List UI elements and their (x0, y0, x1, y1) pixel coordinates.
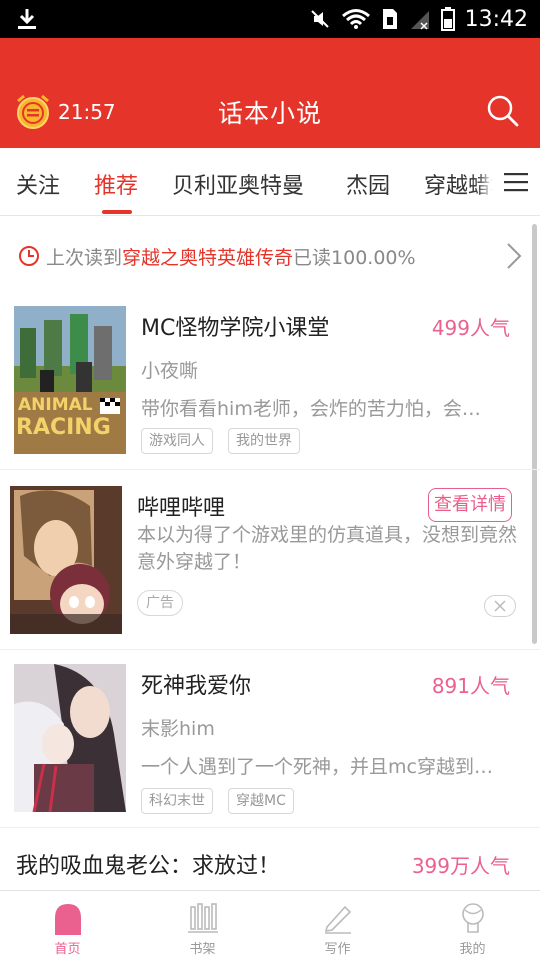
last-read-progress: 已读100.00% (293, 246, 416, 269)
nav-label: 书架 (189, 942, 216, 957)
status-time: 13:42 (464, 6, 528, 32)
book-cover[interactable] (14, 664, 126, 812)
tab-menu-button[interactable] (492, 148, 540, 215)
app-bar: 21:57 话本小说 (0, 38, 540, 148)
book-author: 小夜嘶 (141, 360, 199, 382)
tab-jieyuan[interactable]: 杰园 (346, 168, 390, 200)
book-title[interactable]: MC怪物学院小课堂 (141, 310, 329, 342)
status-bar: 13:42 (0, 0, 540, 38)
signal-icon (410, 11, 429, 30)
book-feed[interactable]: 上次读到 穿越之奥特英雄传奇 已读100.00% ANIMAL RACING M… (0, 216, 540, 890)
book-description: 带你看看him老师，会炸的苦力怕，会… (141, 398, 481, 420)
mute-icon (310, 10, 329, 28)
bottom-navigation: 首页 书架 写作 我的 (0, 890, 540, 960)
book-card[interactable]: ANIMAL RACING MC怪物学院小课堂 499人气 小夜嘶 带你看看hi… (0, 296, 540, 470)
ad-description: 本以为得了个游戏里的仿真道具，没想到竟然意外穿越了！ (137, 524, 518, 573)
pen-icon (324, 905, 351, 934)
nav-label: 首页 (54, 942, 81, 957)
download-icon (18, 9, 36, 29)
nav-bookshelf[interactable]: 书架 (135, 891, 270, 960)
category-tabs: 关注 推荐 贝利亚奥特曼 杰园 穿越蜡笔 (0, 148, 540, 216)
popularity-count: 499人气 (431, 316, 510, 340)
profile-icon (461, 903, 484, 933)
nav-home[interactable]: 首页 (0, 891, 135, 960)
book-title[interactable]: 我的吸血鬼老公：求放过！ (16, 848, 280, 880)
last-read-prefix: 上次读到 (46, 246, 123, 269)
book-tag[interactable]: 科幻末世 (141, 788, 213, 814)
tab-belial-ultraman[interactable]: 贝利亚奥特曼 (172, 168, 304, 200)
clock-icon (19, 246, 39, 266)
book-tag[interactable]: 游戏同人 (141, 428, 213, 454)
book-card[interactable]: 死神我爱你 891人气 末影him 一个人遇到了一个死神，并且mc穿越到… 科幻… (0, 650, 540, 828)
last-read-book[interactable]: 穿越之奥特英雄传奇 (122, 243, 293, 270)
ad-card[interactable]: 哔哩哔哩 查看详情 本以为得了个游戏里的仿真道具，没想到竟然意外穿越了！ 广告 (0, 470, 540, 650)
wifi-icon (341, 9, 370, 29)
nav-label: 写作 (324, 942, 351, 957)
cover-text: RACING (16, 415, 111, 440)
tab-follow[interactable]: 关注 (16, 168, 60, 200)
book-tag[interactable]: 穿越MC (228, 788, 294, 814)
book-title[interactable]: 死神我爱你 (141, 668, 251, 700)
nav-write[interactable]: 写作 (270, 891, 405, 960)
ad-image[interactable] (10, 486, 122, 634)
nav-label: 我的 (459, 942, 486, 957)
last-read-banner[interactable]: 上次读到 穿越之奥特英雄传奇 已读100.00% (0, 216, 540, 296)
view-details-button[interactable]: 查看详情 (428, 488, 512, 522)
bookshelf-icon (187, 903, 218, 933)
book-description: 一个人遇到了一个死神，并且mc穿越到… (141, 756, 493, 778)
book-tag[interactable]: 我的世界 (228, 428, 300, 454)
active-tab-indicator (102, 210, 132, 214)
ad-badge: 广告 (137, 590, 183, 616)
popularity-count: 399万人气 (411, 854, 510, 878)
book-cover[interactable]: ANIMAL RACING (14, 306, 126, 454)
home-icon (54, 904, 81, 935)
ad-title[interactable]: 哔哩哔哩 (137, 490, 225, 522)
close-icon (494, 600, 506, 612)
app-title: 话本小说 (217, 99, 322, 128)
cover-text: ANIMAL (18, 395, 93, 415)
tab-recommend[interactable]: 推荐 (94, 168, 138, 200)
sim-icon (382, 9, 397, 29)
nav-profile[interactable]: 我的 (405, 891, 540, 960)
book-author: 末影him (141, 718, 215, 740)
ad-close-button[interactable] (484, 595, 516, 617)
chevron-right-icon (507, 243, 522, 269)
menu-icon (504, 173, 528, 192)
book-card[interactable]: 我的吸血鬼老公：求放过！ 399万人气 (0, 828, 540, 890)
battery-icon (440, 7, 455, 31)
search-icon[interactable] (486, 94, 520, 128)
popularity-count: 891人气 (431, 674, 510, 698)
